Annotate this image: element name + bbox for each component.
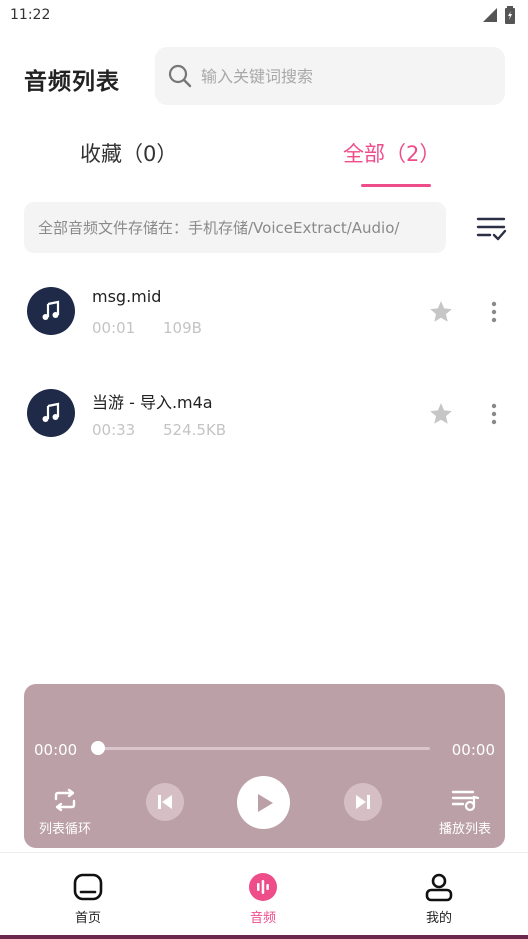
play-button[interactable] [237, 776, 290, 829]
screen-bottom-edge [0, 935, 528, 939]
tab-favorites[interactable]: 收藏（0） [80, 138, 177, 168]
storage-path-text: 全部音频文件存储在：手机存储/VoiceExtract/Audio/ [38, 219, 400, 237]
next-button[interactable] [344, 783, 382, 821]
nav-audio[interactable]: 音频 [223, 871, 303, 926]
user-icon [425, 873, 453, 902]
status-time: 11:22 [10, 7, 51, 23]
search-input[interactable] [201, 66, 481, 86]
progress-thumb[interactable] [91, 741, 105, 755]
more-options-icon[interactable] [484, 401, 504, 427]
music-note-icon [27, 287, 75, 335]
nav-home[interactable]: 首页 [48, 871, 128, 926]
bottom-navigation: 首页 音频 我的 [0, 852, 528, 939]
previous-button[interactable] [146, 783, 184, 821]
status-icons [482, 6, 516, 24]
current-time: 00:00 [34, 741, 78, 759]
playlist-button[interactable]: 播放列表 [434, 788, 496, 837]
mini-player: 00:00 00:00 列表循环 播放列表 [24, 684, 505, 848]
skip-previous-icon [158, 795, 172, 809]
audio-icon [249, 873, 277, 901]
music-note-icon [27, 389, 75, 437]
progress-slider[interactable] [91, 741, 430, 755]
audio-size: 524.5KB [163, 421, 227, 439]
star-icon[interactable] [428, 299, 454, 325]
search-icon [168, 64, 192, 88]
nav-mine[interactable]: 我的 [399, 871, 479, 926]
nav-audio-label: 音频 [249, 911, 276, 926]
loop-mode-button[interactable]: 列表循环 [36, 788, 94, 837]
more-options-icon[interactable] [484, 299, 504, 325]
status-bar: 11:22 [0, 0, 528, 30]
search-box[interactable] [155, 47, 505, 105]
total-time: 00:00 [451, 741, 495, 759]
audio-duration: 00:33 [92, 421, 136, 439]
signal-icon [483, 8, 497, 22]
audio-name: msg.mid [92, 287, 162, 306]
audio-size: 109B [163, 319, 202, 337]
list-item[interactable]: msg.mid 00:01 109B [0, 272, 528, 352]
tab-all[interactable]: 全部（2） [343, 138, 440, 168]
nav-mine-label: 我的 [425, 911, 452, 926]
page-title: 音频列表 [24, 69, 120, 95]
storage-path-box: 全部音频文件存储在：手机存储/VoiceExtract/Audio/ [24, 202, 446, 253]
star-icon[interactable] [428, 401, 454, 427]
loop-mode-label: 列表循环 [38, 822, 91, 837]
tab-active-indicator [361, 184, 431, 187]
audio-name: 当游 - 导入.m4a [92, 393, 213, 412]
repeat-icon [54, 788, 76, 812]
list-item[interactable]: 当游 - 导入.m4a 00:33 524.5KB [0, 374, 528, 454]
playlist-label: 播放列表 [438, 822, 491, 837]
play-icon [257, 793, 273, 812]
nav-home-label: 首页 [74, 911, 101, 926]
playlist-icon [451, 790, 480, 812]
home-icon [73, 873, 103, 901]
battery-icon [505, 6, 515, 24]
skip-next-icon [356, 795, 370, 809]
sort-list-icon[interactable] [474, 211, 508, 245]
audio-duration: 00:01 [92, 319, 136, 337]
